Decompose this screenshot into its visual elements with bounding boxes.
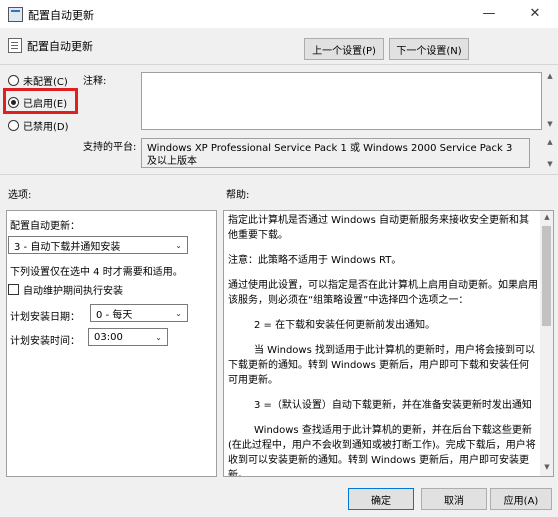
next-setting-button[interactable]: 下一个设置(N)	[389, 38, 469, 60]
dropdown-value: 3 - 自动下载并通知安装	[14, 241, 121, 253]
help-paragraph: 3 =（默认设置）自动下载更新，并在准备安装更新时发出通知	[254, 400, 532, 411]
install-day-dropdown[interactable]: 0 - 每天 ⌄	[90, 304, 188, 322]
close-button[interactable]: ✕	[512, 0, 558, 28]
setting-title: 配置自动更新	[27, 40, 93, 53]
checkbox-box[interactable]	[8, 283, 19, 295]
chevron-down-icon: ⌄	[175, 308, 182, 318]
policy-app-icon	[8, 7, 23, 22]
help-paragraph: Windows 查找适用于此计算机的更新，并在后台下载这些更新(在此过程中，用户…	[228, 425, 536, 477]
dropdown-value: 0 - 每天	[96, 309, 133, 321]
options-section-label: 选项:	[8, 190, 32, 201]
help-paragraph: 通过使用此设置，可以指定是否在此计算机上启用自动更新。如果启用该服务，则必须在“…	[228, 280, 538, 306]
help-paragraph: 指定此计算机是否通过 Windows 自动更新服务来接收安全更新和其他重要下载。	[228, 215, 529, 241]
platform-label: 支持的平台:	[83, 142, 137, 153]
install-time-label: 计划安装时间：	[10, 336, 80, 347]
help-paragraph: 2 = 在下载和安装任何更新前发出通知。	[254, 320, 436, 331]
checkbox-label: 自动维护期间执行安装	[23, 285, 123, 297]
minimize-button[interactable]: —	[466, 0, 512, 28]
help-section-label: 帮助:	[226, 190, 250, 201]
apply-button[interactable]: 应用(A)	[490, 488, 552, 510]
ok-button[interactable]: 确定	[348, 488, 414, 510]
header-divider	[0, 64, 558, 65]
option-note: 下列设置仅在选中 4 时才需要和适用。	[10, 267, 183, 278]
red-highlight-box	[3, 88, 78, 114]
config-update-dropdown[interactable]: 3 - 自动下载并通知安装 ⌄	[8, 236, 188, 254]
help-paragraph: 注意：此策略不适用于 Windows RT。	[228, 255, 402, 266]
previous-setting-button[interactable]: 上一个设置(P)	[304, 38, 384, 60]
help-text: 指定此计算机是否通过 Windows 自动更新服务来接收安全更新和其他重要下载。…	[228, 213, 538, 477]
config-update-label: 配置自动更新：	[10, 221, 80, 232]
platform-scroll-down-icon[interactable]: ▼	[544, 160, 556, 168]
window-title: 配置自动更新	[28, 9, 94, 22]
chevron-down-icon: ⌄	[175, 240, 182, 250]
help-panel: 指定此计算机是否通过 Windows 自动更新服务来接收安全更新和其他重要下载。…	[223, 210, 554, 477]
radio-label: 已禁用(D)	[23, 121, 69, 133]
platform-value: Windows XP Professional Service Pack 1 或…	[141, 138, 530, 168]
help-scroll-down-icon[interactable]: ▼	[541, 463, 553, 471]
chevron-down-icon: ⌄	[155, 332, 162, 342]
install-day-label: 计划安装日期：	[10, 312, 80, 323]
dropdown-value: 03:00	[94, 331, 123, 343]
radio-label: 未配置(C)	[23, 76, 68, 88]
radio-circle[interactable]	[8, 119, 19, 131]
cancel-button[interactable]: 取消	[421, 488, 487, 510]
radio-not-configured[interactable]: 未配置(C)	[8, 72, 68, 88]
help-paragraph: 当 Windows 找到适用于此计算机的更新时，用户将会接到可以下载更新的通知。…	[228, 345, 535, 386]
comment-scroll-up-icon[interactable]: ▲	[544, 72, 556, 80]
comment-scroll-down-icon[interactable]: ▼	[544, 120, 556, 128]
comment-label: 注释:	[83, 76, 107, 87]
help-scroll-up-icon[interactable]: ▲	[541, 213, 553, 221]
radio-disabled[interactable]: 已禁用(D)	[8, 117, 69, 133]
maintenance-install-checkbox[interactable]: 自动维护期间执行安装	[8, 281, 123, 297]
platform-scroll-up-icon[interactable]: ▲	[544, 138, 556, 146]
radio-circle[interactable]	[8, 74, 19, 86]
setting-page-icon	[8, 38, 22, 53]
install-time-dropdown[interactable]: 03:00 ⌄	[88, 328, 168, 346]
middle-divider	[0, 174, 558, 175]
help-scroll-thumb[interactable]	[542, 226, 551, 326]
comment-textarea[interactable]	[141, 72, 542, 130]
